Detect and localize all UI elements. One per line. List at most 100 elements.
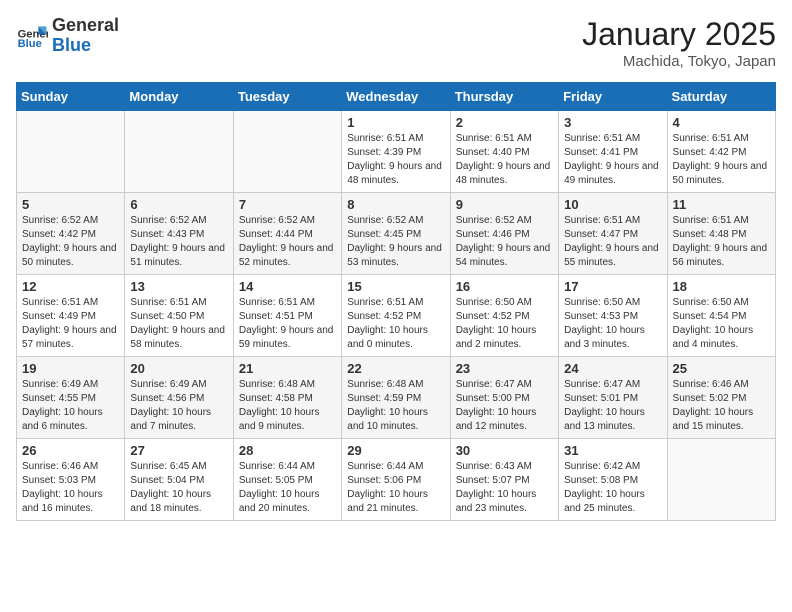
day-info: Sunrise: 6:51 AM Sunset: 4:49 PM Dayligh… xyxy=(22,296,119,352)
day-number: 18 xyxy=(673,279,770,294)
day-info: Sunrise: 6:45 AM Sunset: 5:04 PM Dayligh… xyxy=(130,460,227,516)
day-info: Sunrise: 6:51 AM Sunset: 4:52 PM Dayligh… xyxy=(347,296,444,352)
day-number: 27 xyxy=(130,443,227,458)
day-cell: 26Sunrise: 6:46 AM Sunset: 5:03 PM Dayli… xyxy=(17,439,125,521)
day-cell: 5Sunrise: 6:52 AM Sunset: 4:42 PM Daylig… xyxy=(17,193,125,275)
week-row-1: 1Sunrise: 6:51 AM Sunset: 4:39 PM Daylig… xyxy=(17,111,776,193)
day-info: Sunrise: 6:50 AM Sunset: 4:54 PM Dayligh… xyxy=(673,296,770,352)
day-cell: 3Sunrise: 6:51 AM Sunset: 4:41 PM Daylig… xyxy=(559,111,667,193)
day-info: Sunrise: 6:52 AM Sunset: 4:46 PM Dayligh… xyxy=(456,214,553,270)
day-cell: 23Sunrise: 6:47 AM Sunset: 5:00 PM Dayli… xyxy=(450,357,558,439)
day-info: Sunrise: 6:46 AM Sunset: 5:02 PM Dayligh… xyxy=(673,378,770,434)
day-cell: 21 Sunrise: 6:48 AM Sunset: 4:58 PM Dayli… xyxy=(233,357,341,439)
day-cell: 31 Sunrise: 6:42 AM Sunset: 5:08 PM Dayli… xyxy=(559,439,667,521)
day-info: Sunrise: 6:44 AM Sunset: 5:06 PM Dayligh… xyxy=(347,460,444,516)
day-cell: 17 Sunrise: 6:50 AM Sunset: 4:53 PM Dayli… xyxy=(559,275,667,357)
day-info: Sunrise: 6:52 AM Sunset: 4:43 PM Dayligh… xyxy=(130,214,227,270)
day-info: Sunrise: 6:43 AM Sunset: 5:07 PM Dayligh… xyxy=(456,460,553,516)
day-info: Sunrise: 6:51 AM Sunset: 4:40 PM Dayligh… xyxy=(456,132,553,188)
header-friday: Friday xyxy=(559,83,667,111)
day-info: Sunrise: 6:51 AM Sunset: 4:48 PM Dayligh… xyxy=(673,214,770,270)
day-info: Sunrise: 6:48 AM Sunset: 4:59 PM Dayligh… xyxy=(347,378,444,434)
day-number: 17 xyxy=(564,279,661,294)
day-cell xyxy=(667,439,775,521)
calendar-table: SundayMondayTuesdayWednesdayThursdayFrid… xyxy=(16,82,776,521)
day-info: Sunrise: 6:47 AM Sunset: 5:01 PM Dayligh… xyxy=(564,378,661,434)
week-row-4: 19Sunrise: 6:49 AM Sunset: 4:55 PM Dayli… xyxy=(17,357,776,439)
calendar-title: January 2025 xyxy=(582,16,776,53)
day-cell: 27 Sunrise: 6:45 AM Sunset: 5:04 PM Dayli… xyxy=(125,439,233,521)
day-number: 28 xyxy=(239,443,336,458)
day-number: 4 xyxy=(673,115,770,130)
day-info: Sunrise: 6:51 AM Sunset: 4:47 PM Dayligh… xyxy=(564,214,661,270)
day-cell: 13 Sunrise: 6:51 AM Sunset: 4:50 PM Dayli… xyxy=(125,275,233,357)
day-info: Sunrise: 6:50 AM Sunset: 4:53 PM Dayligh… xyxy=(564,296,661,352)
page-header: General Blue General Blue January 2025 M… xyxy=(16,16,776,70)
header-thursday: Thursday xyxy=(450,83,558,111)
day-info: Sunrise: 6:48 AM Sunset: 4:58 PM Dayligh… xyxy=(239,378,336,434)
day-cell: 6 Sunrise: 6:52 AM Sunset: 4:43 PM Daylig… xyxy=(125,193,233,275)
day-info: Sunrise: 6:49 AM Sunset: 4:55 PM Dayligh… xyxy=(22,378,119,434)
day-number: 9 xyxy=(456,197,553,212)
header-sunday: Sunday xyxy=(17,83,125,111)
day-number: 16 xyxy=(456,279,553,294)
day-info: Sunrise: 6:49 AM Sunset: 4:56 PM Dayligh… xyxy=(130,378,227,434)
day-info: Sunrise: 6:52 AM Sunset: 4:45 PM Dayligh… xyxy=(347,214,444,270)
logo: General Blue General Blue xyxy=(16,16,119,56)
day-cell: 29 Sunrise: 6:44 AM Sunset: 5:06 PM Dayli… xyxy=(342,439,450,521)
calendar-subtitle: Machida, Tokyo, Japan xyxy=(582,53,776,70)
day-cell: 12 Sunrise: 6:51 AM Sunset: 4:49 PM Dayli… xyxy=(17,275,125,357)
day-cell: 1Sunrise: 6:51 AM Sunset: 4:39 PM Daylig… xyxy=(342,111,450,193)
header-tuesday: Tuesday xyxy=(233,83,341,111)
day-cell: 7Sunrise: 6:52 AM Sunset: 4:44 PM Daylig… xyxy=(233,193,341,275)
day-cell xyxy=(233,111,341,193)
header-saturday: Saturday xyxy=(667,83,775,111)
day-number: 31 xyxy=(564,443,661,458)
day-cell: 14 Sunrise: 6:51 AM Sunset: 4:51 PM Dayli… xyxy=(233,275,341,357)
day-cell: 15 Sunrise: 6:51 AM Sunset: 4:52 PM Dayli… xyxy=(342,275,450,357)
day-number: 3 xyxy=(564,115,661,130)
day-cell: 24 Sunrise: 6:47 AM Sunset: 5:01 PM Dayli… xyxy=(559,357,667,439)
day-cell: 16Sunrise: 6:50 AM Sunset: 4:52 PM Dayli… xyxy=(450,275,558,357)
day-cell: 20Sunrise: 6:49 AM Sunset: 4:56 PM Dayli… xyxy=(125,357,233,439)
day-info: Sunrise: 6:51 AM Sunset: 4:50 PM Dayligh… xyxy=(130,296,227,352)
day-number: 14 xyxy=(239,279,336,294)
day-number: 25 xyxy=(673,361,770,376)
week-row-3: 12 Sunrise: 6:51 AM Sunset: 4:49 PM Dayli… xyxy=(17,275,776,357)
day-cell xyxy=(125,111,233,193)
day-number: 24 xyxy=(564,361,661,376)
day-number: 22 xyxy=(347,361,444,376)
day-cell: 25 Sunrise: 6:46 AM Sunset: 5:02 PM Dayli… xyxy=(667,357,775,439)
day-info: Sunrise: 6:51 AM Sunset: 4:51 PM Dayligh… xyxy=(239,296,336,352)
day-number: 6 xyxy=(130,197,227,212)
day-cell: 10 Sunrise: 6:51 AM Sunset: 4:47 PM Dayli… xyxy=(559,193,667,275)
day-cell: 2Sunrise: 6:51 AM Sunset: 4:40 PM Daylig… xyxy=(450,111,558,193)
day-cell xyxy=(17,111,125,193)
day-cell: 4 Sunrise: 6:51 AM Sunset: 4:42 PM Daylig… xyxy=(667,111,775,193)
day-number: 12 xyxy=(22,279,119,294)
day-info: Sunrise: 6:51 AM Sunset: 4:42 PM Dayligh… xyxy=(673,132,770,188)
day-info: Sunrise: 6:42 AM Sunset: 5:08 PM Dayligh… xyxy=(564,460,661,516)
header-monday: Monday xyxy=(125,83,233,111)
day-info: Sunrise: 6:44 AM Sunset: 5:05 PM Dayligh… xyxy=(239,460,336,516)
logo-icon: General Blue xyxy=(16,20,48,52)
day-number: 29 xyxy=(347,443,444,458)
day-cell: 11 Sunrise: 6:51 AM Sunset: 4:48 PM Dayli… xyxy=(667,193,775,275)
day-number: 23 xyxy=(456,361,553,376)
day-cell: 30Sunrise: 6:43 AM Sunset: 5:07 PM Dayli… xyxy=(450,439,558,521)
day-info: Sunrise: 6:46 AM Sunset: 5:03 PM Dayligh… xyxy=(22,460,119,516)
week-row-5: 26Sunrise: 6:46 AM Sunset: 5:03 PM Dayli… xyxy=(17,439,776,521)
logo-general: General xyxy=(52,15,119,35)
week-row-2: 5Sunrise: 6:52 AM Sunset: 4:42 PM Daylig… xyxy=(17,193,776,275)
day-number: 11 xyxy=(673,197,770,212)
day-cell: 18 Sunrise: 6:50 AM Sunset: 4:54 PM Dayli… xyxy=(667,275,775,357)
day-cell: 8Sunrise: 6:52 AM Sunset: 4:45 PM Daylig… xyxy=(342,193,450,275)
day-number: 13 xyxy=(130,279,227,294)
day-info: Sunrise: 6:51 AM Sunset: 4:39 PM Dayligh… xyxy=(347,132,444,188)
day-cell: 19Sunrise: 6:49 AM Sunset: 4:55 PM Dayli… xyxy=(17,357,125,439)
day-number: 21 xyxy=(239,361,336,376)
day-number: 15 xyxy=(347,279,444,294)
day-cell: 9 Sunrise: 6:52 AM Sunset: 4:46 PM Daylig… xyxy=(450,193,558,275)
logo-blue: Blue xyxy=(52,35,91,55)
day-number: 10 xyxy=(564,197,661,212)
